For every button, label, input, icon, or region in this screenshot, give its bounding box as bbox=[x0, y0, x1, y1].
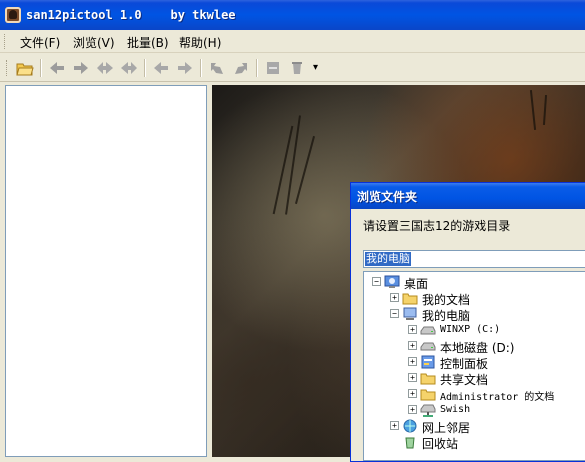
first-icon[interactable] bbox=[96, 59, 114, 77]
toolbar-separator bbox=[40, 59, 42, 77]
tree-node-label: Administrator 的文档 bbox=[440, 392, 555, 403]
image-texture bbox=[529, 90, 537, 130]
recycle-bin-icon bbox=[402, 434, 418, 450]
tree-node-label: 网上邻居 bbox=[422, 421, 471, 435]
save-icon[interactable] bbox=[264, 59, 282, 77]
expand-icon[interactable]: + bbox=[408, 357, 417, 366]
drive-icon bbox=[420, 322, 436, 338]
folder-tree[interactable]: − 桌面 + 我的文档 − 我的电脑 + WINXP (C:) + 本地磁盘 (D:) + 控制面板 +… bbox=[363, 271, 585, 461]
computer-icon bbox=[402, 306, 418, 322]
delete-icon[interactable] bbox=[288, 59, 306, 77]
toolbar-separator bbox=[256, 59, 258, 77]
expand-icon[interactable]: + bbox=[390, 421, 399, 430]
menubar-grip bbox=[4, 34, 8, 49]
selected-path-text: 我的电脑 bbox=[365, 252, 411, 266]
image-texture bbox=[285, 115, 301, 215]
tree-node-label: 本地磁盘 (D:) bbox=[440, 341, 515, 355]
dialog-prompt: 请设置三国志12的游戏目录 bbox=[363, 219, 511, 233]
expand-icon[interactable]: + bbox=[408, 389, 417, 398]
menu-batch[interactable]: 批量(B) bbox=[127, 34, 169, 51]
expand-icon[interactable]: + bbox=[408, 325, 417, 334]
menu-help[interactable]: 帮助(H) bbox=[179, 34, 221, 51]
tree-node-label: 控制面板 bbox=[440, 357, 489, 371]
toolbar-grip bbox=[6, 60, 10, 76]
window-titlebar[interactable]: san12pictool 1.0 by tkwlee bbox=[0, 0, 585, 30]
drive-icon bbox=[420, 338, 436, 354]
browse-folder-dialog: 浏览文件夹 请设置三国志12的游戏目录 我的电脑 − 桌面 + 我的文档 − 我的电脑 + W… bbox=[350, 182, 585, 462]
network-icon bbox=[402, 418, 418, 434]
window-title: san12pictool 1.0 by tkwlee bbox=[26, 8, 236, 22]
menu-file[interactable]: 文件(F) bbox=[20, 34, 60, 51]
tree-node-label: WINXP (C:) bbox=[440, 324, 501, 335]
control-panel-icon bbox=[420, 354, 436, 370]
open-folder-icon[interactable] bbox=[16, 59, 34, 77]
prev-icon[interactable] bbox=[152, 59, 170, 77]
tree-node-label: 我的文档 bbox=[422, 293, 471, 307]
image-texture bbox=[542, 94, 548, 126]
expand-icon[interactable]: + bbox=[408, 341, 417, 350]
dialog-titlebar[interactable]: 浏览文件夹 bbox=[351, 183, 585, 209]
tree-node-label: Swish bbox=[440, 404, 471, 415]
dialog-title: 浏览文件夹 bbox=[357, 190, 418, 204]
arrow-left-icon[interactable] bbox=[48, 59, 66, 77]
folder-icon bbox=[420, 386, 436, 402]
left-panel[interactable] bbox=[5, 85, 207, 457]
expand-icon[interactable]: + bbox=[408, 373, 417, 382]
image-texture bbox=[294, 135, 316, 205]
toolbar-overflow-icon[interactable]: ▾ bbox=[313, 62, 318, 73]
menubar: 文件(F) 浏览(V) 批量(B) 帮助(H) bbox=[0, 30, 585, 53]
tree-node-label: 回收站 bbox=[422, 437, 459, 451]
collapse-icon[interactable]: − bbox=[390, 309, 399, 318]
folder-icon bbox=[420, 370, 436, 386]
rotate-left-icon[interactable] bbox=[208, 59, 226, 77]
arrow-right-icon[interactable] bbox=[72, 59, 90, 77]
folder-icon bbox=[402, 290, 418, 306]
toolbar-separator bbox=[200, 59, 202, 77]
expand-icon[interactable]: + bbox=[408, 405, 417, 414]
toolbar: ▾ bbox=[0, 54, 585, 82]
collapse-icon[interactable]: − bbox=[372, 277, 381, 286]
expand-icon[interactable]: + bbox=[390, 293, 399, 302]
last-icon[interactable] bbox=[120, 59, 138, 77]
selected-path-field[interactable]: 我的电脑 bbox=[363, 250, 585, 268]
app-icon bbox=[5, 7, 21, 23]
rotate-right-icon[interactable] bbox=[232, 59, 250, 77]
next-icon[interactable] bbox=[176, 59, 194, 77]
tree-node-label: 共享文档 bbox=[440, 373, 489, 387]
menu-view[interactable]: 浏览(V) bbox=[73, 34, 115, 51]
toolbar-separator bbox=[144, 59, 146, 77]
network-drive-icon bbox=[420, 402, 436, 418]
desktop-icon bbox=[384, 274, 400, 290]
